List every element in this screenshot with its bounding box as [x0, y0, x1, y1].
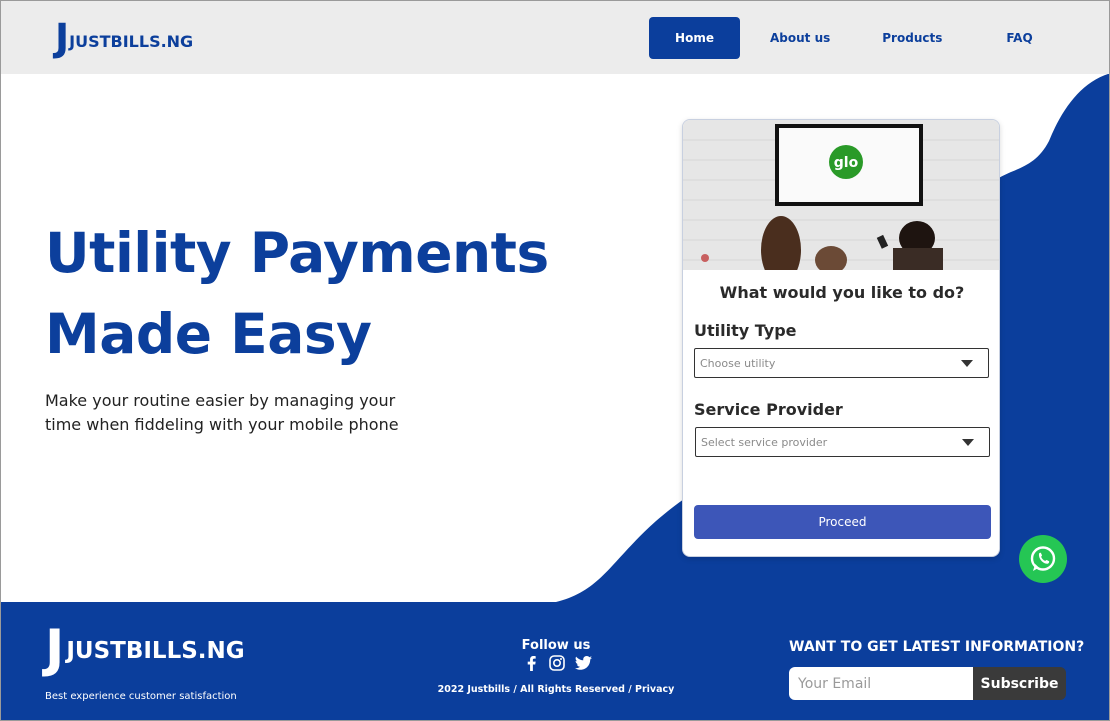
utility-type-select[interactable]: Choose utility [694, 348, 989, 378]
hero-title: Utility Payments Made Easy [45, 213, 565, 375]
service-provider-label: Service Provider [694, 400, 843, 419]
service-provider-select[interactable]: Select service provider [695, 427, 990, 457]
caret-down-icon [962, 439, 974, 446]
hero-subtitle: Make your routine easier by managing you… [45, 391, 399, 434]
caret-down-icon [961, 360, 973, 367]
instagram-icon[interactable] [548, 654, 566, 672]
twitter-icon[interactable] [574, 654, 592, 672]
whatsapp-chat-button[interactable] [1019, 535, 1067, 583]
main-nav: Home About us Products FAQ [649, 17, 1033, 59]
subscribe-button[interactable]: Subscribe [973, 667, 1066, 700]
newsletter-title: WANT TO GET LATEST INFORMATION? [789, 639, 1085, 655]
follow-us-label: Follow us [521, 638, 591, 653]
newsletter-email-input[interactable] [789, 667, 974, 700]
hero-title-line-1: Utility Payments [45, 221, 549, 285]
nav-home[interactable]: Home [649, 17, 740, 59]
hero-title-line-2: Made Easy [45, 302, 372, 366]
logo-wordmark: JUSTBILLS.NG [69, 32, 194, 51]
page: J JUSTBILLS.NG Home About us Products FA… [0, 0, 1110, 721]
nav-faq[interactable]: FAQ [1006, 17, 1032, 59]
logo-mark: J [55, 16, 69, 60]
nav-products[interactable]: Products [882, 17, 942, 59]
facebook-icon[interactable] [522, 654, 540, 672]
footer-logo-wordmark: JUSTBILLS.NG [66, 638, 245, 664]
footer-logo[interactable]: J JUSTBILLS.NG [45, 619, 245, 679]
site-logo[interactable]: J JUSTBILLS.NG [55, 16, 194, 60]
whatsapp-icon [1030, 546, 1056, 571]
card-question: What would you like to do? [719, 283, 965, 302]
nav-about-us[interactable]: About us [770, 17, 830, 59]
footer-tagline: Best experience customer satisfaction [45, 691, 237, 702]
glo-logo-text: glo [834, 155, 859, 171]
payment-card: glo What would you like to do? Utility T… [682, 119, 1000, 557]
service-provider-placeholder: Select service provider [701, 435, 828, 449]
footer-logo-mark: J [45, 619, 64, 679]
site-footer: J JUSTBILLS.NG Best experience customer … [1, 602, 1109, 720]
card-hero-image: glo [683, 120, 999, 270]
utility-type-placeholder: Choose utility [700, 356, 776, 370]
social-links [522, 654, 592, 672]
proceed-button[interactable]: Proceed [694, 505, 991, 539]
utility-type-label: Utility Type [694, 321, 797, 340]
site-header: J JUSTBILLS.NG Home About us Products FA… [1, 1, 1109, 74]
copyright-text: 2022 Justbills / All Rights Reserved / P… [437, 684, 675, 695]
